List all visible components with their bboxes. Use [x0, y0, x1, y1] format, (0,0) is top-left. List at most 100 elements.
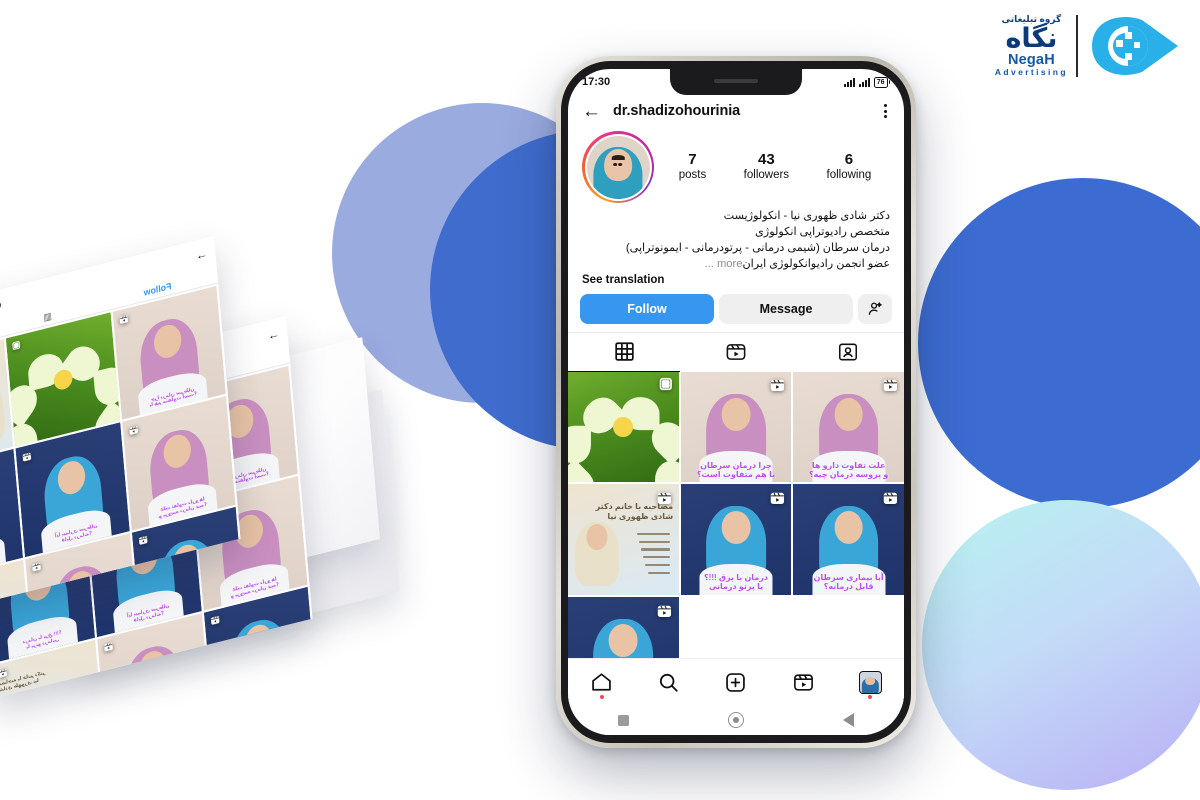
post-thumbnail[interactable]: چرا درمان سرطان با هم متفاوت است؟	[680, 371, 792, 483]
follow-button[interactable]: Follow	[580, 293, 714, 324]
lotus-core	[613, 417, 634, 437]
profile-stats: 7 posts 43 followers 6 following	[660, 151, 890, 184]
thumbnail-caption: علت تفاوت دارو ها و پروسه درمان چیه؟	[793, 461, 904, 479]
reel-icon	[658, 492, 672, 504]
bio-line: درمان سرطان (شیمی درمانی - پرتودرمانی - …	[625, 241, 890, 254]
stat-label: following	[826, 169, 872, 182]
kebab-menu-icon[interactable]	[881, 101, 890, 121]
nav-search[interactable]	[648, 665, 690, 699]
post-thumbnail[interactable]: علت تفاوت دارو ها و پروسه درمان چیه؟	[793, 371, 904, 483]
bottom-navigation	[568, 658, 904, 705]
battery-tip	[888, 80, 890, 84]
post-thumbnail[interactable]: مصاحبه با خانم دکتر شادی ظهوری نیا	[568, 484, 679, 595]
profile-action-row: Follow Message	[568, 286, 904, 332]
post-thumbnail[interactable]: درمان با برق !!!؟ یا پرتو درمانی	[680, 484, 792, 595]
thumbnail-coat	[228, 668, 300, 699]
thumbnail-poster: مصاحبه با خانم دکترشادی ظهوری نیا	[568, 484, 679, 595]
thumbnail-caption-line: یا پرتو درمانی	[708, 582, 764, 592]
thumbnail-face	[834, 398, 864, 432]
background-circle-blue-right	[918, 178, 1200, 508]
tab-tagged[interactable]	[792, 333, 904, 371]
eye-glyph	[1092, 17, 1178, 75]
bio-line: عضو انجمن رادیوانکولوژی ایران ... more	[701, 257, 890, 270]
thumbnail-person: درمان با برق !!!؟یا پرتو درمانی	[680, 484, 792, 595]
thumbnail-caption: چرا درمان سرطان با هم متفاوت است؟	[681, 461, 792, 479]
tagged-icon	[838, 343, 858, 361]
thumbnail-caption-line: چرا درمان سرطان	[700, 460, 772, 470]
stat-label: posts	[678, 169, 707, 182]
battery-icon: 76	[873, 76, 890, 88]
logo-wordmark: گروه تبلیغاتی نگاه NegaH Advertising	[994, 14, 1068, 78]
status-bar: 17:30 76	[568, 69, 904, 95]
home-notification-dot	[599, 695, 604, 699]
logo-name-fa: نگاه	[1005, 23, 1058, 54]
stat-label: followers	[743, 169, 790, 182]
bio-line: متخصص رادیوتراپی انکولوژی	[755, 225, 890, 238]
search-icon	[660, 673, 678, 692]
nav-reels[interactable]	[782, 665, 824, 699]
stat-posts[interactable]: 7 posts	[679, 151, 707, 184]
thumbnail-caption: درمان با برق !!!؟یا پرتو درمانی	[681, 573, 792, 591]
thumbnail-face	[721, 398, 751, 432]
carousel-icon	[660, 378, 673, 391]
home-icon	[592, 672, 611, 691]
thumbnail-coat	[121, 695, 194, 699]
thumbnail-face	[834, 510, 864, 545]
triangle-back-icon[interactable]	[843, 713, 855, 727]
reel-icon	[770, 492, 785, 504]
poster-face	[61, 682, 84, 699]
see-translation-link[interactable]: See translation	[568, 273, 904, 286]
circle-icon[interactable]	[727, 712, 744, 728]
signal-icon-1	[843, 77, 855, 87]
tab-grid[interactable]	[568, 333, 680, 372]
nav-create[interactable]	[715, 665, 757, 699]
avatar-hair	[611, 154, 625, 161]
eye-icon	[1086, 10, 1182, 82]
battery-level: 76	[873, 76, 888, 88]
nav-profile[interactable]	[849, 665, 891, 699]
message-button[interactable]: Message	[719, 293, 853, 324]
phone-device: 17:30 76 ← dr.shadizohourinia 7 posts 43…	[556, 56, 916, 748]
grid-icon	[614, 342, 634, 361]
instagram-topbar: ← dr.shadizohourinia	[568, 95, 904, 129]
mockup-stage: → dr.shadizohourinia ▥ ▣ چرا درمان سرطان…	[0, 0, 1200, 800]
stat-following[interactable]: 6 following	[827, 151, 872, 184]
plus-box-icon	[726, 672, 746, 692]
poster-text-line	[645, 563, 670, 567]
thumbnail-person: علت تفاوت دارو ها و پروسه درمان چیه؟	[793, 371, 904, 483]
profile-summary-row: 7 posts 43 followers 6 following	[568, 129, 904, 209]
reel-icon	[883, 492, 897, 504]
post-thumbnail[interactable]	[568, 371, 679, 483]
logo-name-en: NegaH	[1007, 51, 1055, 68]
thumbnail-caption-line: علت تفاوت دارو ها	[811, 460, 886, 470]
android-navigation-bar	[568, 705, 904, 735]
stat-followers[interactable]: 43 followers	[744, 151, 789, 184]
profile-username: dr.shadizohourinia	[613, 103, 741, 119]
thumbnail-person: آیا بیماری سرطان قابل درمانه؟	[793, 484, 904, 595]
poster-text-line	[643, 556, 670, 559]
thumbnail-lotus	[568, 371, 679, 483]
thumbnail-person: چرا درمان سرطانبا هم متفاوت است؟	[680, 371, 792, 483]
stat-number: 7	[688, 150, 697, 168]
logo-subtitle-en: Advertising	[994, 67, 1068, 78]
profile-bio: دکتر شادی ظهوری نیا - انکولوژیست متخصص را…	[568, 209, 904, 273]
thumbnail-caption-line: قابل درمانه؟	[823, 582, 874, 592]
bio-more-link[interactable]: ... more	[701, 258, 743, 270]
avatar-story-ring[interactable]	[582, 131, 654, 203]
avatar-inner	[584, 133, 652, 201]
avatar-face	[604, 149, 632, 181]
avatar-eye-right	[618, 163, 623, 166]
poster-title-line: شادی ظهوری نیا	[607, 512, 674, 521]
nav-home[interactable]	[581, 665, 623, 699]
profile-avatar-icon	[858, 670, 882, 694]
mini-arrow-icon: →	[267, 326, 281, 344]
square-icon[interactable]	[617, 714, 629, 726]
post-thumbnail[interactable]: آیا بیماری سرطان قابل درمانه؟	[793, 484, 904, 595]
add-person-icon[interactable]	[858, 293, 892, 324]
thumbnail-caption: آیا بیماری سرطان قابل درمانه؟	[793, 573, 904, 591]
poster-text-line	[647, 571, 670, 574]
back-arrow-icon[interactable]: ←	[582, 102, 601, 121]
avatar-eye-left	[613, 163, 618, 166]
logo-divider	[1076, 15, 1078, 77]
tab-reels[interactable]	[680, 333, 792, 371]
